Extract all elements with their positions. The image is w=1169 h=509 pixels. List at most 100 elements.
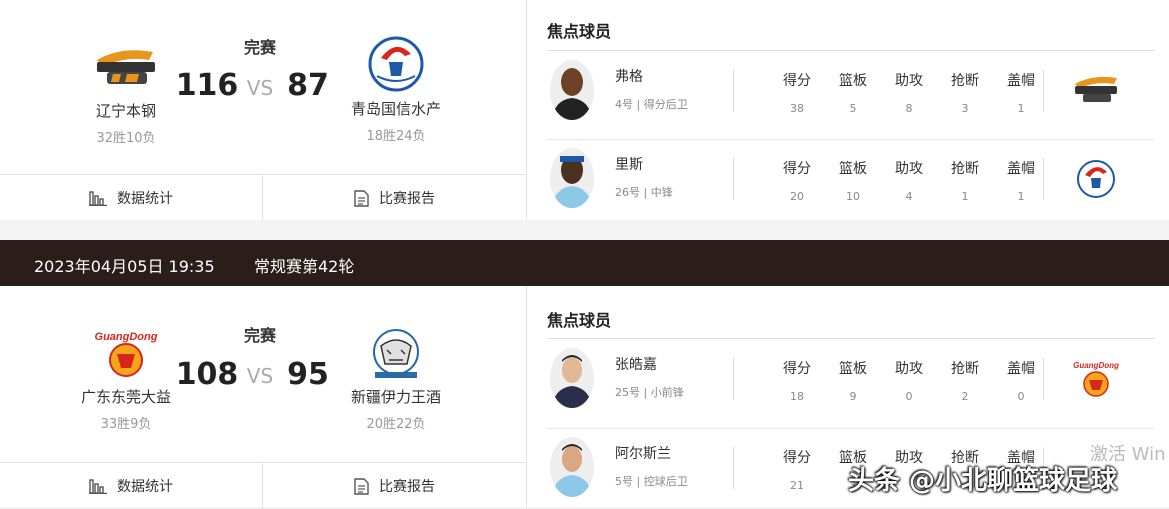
stat-blocks: 盖帽 1: [993, 158, 1049, 203]
stats-button[interactable]: 数据统计: [0, 175, 262, 221]
stat-value: 38: [790, 102, 804, 115]
xinjiang-logo-icon: [373, 329, 419, 378]
stat-assists: 助攻 4: [881, 158, 937, 203]
stat-points: 得分 18: [769, 358, 825, 403]
stat-steals: 抢断 2: [937, 358, 993, 403]
stat-label: 助攻: [895, 161, 923, 177]
focus-players-panel: 焦点球员 弗格 4号 | 得分后卫 得分 38 篮板 5 助攻 8 抢断 3 盖帽 1: [527, 0, 1169, 220]
game-actions: 数据统计 比赛报告: [0, 174, 526, 221]
stat-assists: 助攻 8: [881, 70, 937, 115]
focus-title: 焦点球员: [547, 311, 612, 330]
schedule-bar: 2023年04月05日 19:35 常规赛第42轮: [0, 240, 1169, 286]
home-score: 116: [175, 68, 239, 103]
team-name: 新疆伊力王酒: [350, 388, 441, 406]
stat-value: 4: [905, 190, 913, 203]
stat-label: 助攻: [895, 361, 923, 377]
qingdao-logo-icon: [1077, 160, 1115, 198]
player-row[interactable]: 张皓嘉 25号 | 小前锋 得分 18 篮板 9 助攻 0 抢断 2 盖帽 0 Guang…: [547, 340, 1154, 420]
team-record: 33胜9负: [100, 417, 152, 432]
player-info: 26号 | 中锋: [615, 186, 673, 199]
stat-label: 抢断: [951, 73, 979, 89]
divider: [547, 338, 1154, 339]
team-name: 青岛国信水产: [350, 100, 441, 118]
stat-label: 盖帽: [1007, 361, 1035, 377]
stat-value: 3: [961, 102, 969, 115]
stats-label: 数据统计: [117, 479, 173, 495]
divider: [733, 358, 734, 400]
team-record: 32胜10负: [96, 131, 156, 146]
divider: [733, 70, 734, 112]
game-actions: 数据统计 比赛报告: [0, 462, 526, 509]
divider: [733, 158, 734, 200]
liaoning-logo-icon: [1075, 76, 1117, 102]
stat-value: 1: [1017, 190, 1025, 203]
player-name: 张皓嘉: [615, 357, 657, 373]
stats-button[interactable]: 数据统计: [0, 463, 262, 509]
game-status: 完赛: [243, 38, 276, 57]
stat-rebounds: 篮板 10: [825, 158, 881, 203]
stat-points: 得分 21: [769, 447, 825, 492]
player-avatar: [550, 437, 594, 497]
stat-label: 篮板: [839, 161, 867, 177]
report-button[interactable]: 比赛报告: [262, 463, 526, 509]
stat-value: 8: [905, 102, 913, 115]
away-team[interactable]: 青岛国信水产 18胜24负: [326, 32, 466, 144]
stat-blocks: 盖帽 1: [993, 70, 1049, 115]
document-icon: [354, 477, 369, 495]
player-info: 25号 | 小前锋: [615, 386, 684, 399]
stat-assists: 助攻 0: [881, 358, 937, 403]
game-date: 2023年04月05日 19:35: [34, 257, 215, 276]
stat-label: 得分: [783, 161, 811, 177]
stat-value: 2: [961, 390, 969, 403]
team-record: 18胜24负: [366, 129, 426, 144]
stat-label: 助攻: [895, 73, 923, 89]
stat-blocks: 盖帽 0: [993, 358, 1049, 403]
divider: [733, 447, 734, 489]
stat-value: 18: [790, 390, 804, 403]
divider: [1043, 158, 1044, 200]
game-round: 常规赛第42轮: [254, 257, 355, 276]
stat-label: 抢断: [951, 361, 979, 377]
bar-chart-icon: [89, 479, 107, 494]
stat-points: 得分 38: [769, 70, 825, 115]
stat-value: 1: [1017, 102, 1025, 115]
stat-value: 20: [790, 190, 804, 203]
report-label: 比赛报告: [379, 479, 435, 495]
stat-rebounds: 篮板 9: [825, 358, 881, 403]
author-watermark: 头条 @小北聊篮球足球: [848, 466, 1118, 496]
stat-points: 得分 20: [769, 158, 825, 203]
stats-label: 数据统计: [117, 191, 173, 207]
team-name: 辽宁本钢: [95, 102, 156, 120]
team-record: 20胜22负: [366, 417, 426, 432]
match-summary: 辽宁本钢 32胜10负 完赛 116 VS 87 青岛国信水产 18胜24负 数…: [0, 0, 527, 221]
stat-label: 抢断: [951, 161, 979, 177]
away-team[interactable]: 新疆伊力王酒 20胜22负: [326, 324, 466, 432]
report-label: 比赛报告: [379, 191, 435, 207]
stat-value: 21: [790, 479, 804, 492]
stat-steals: 抢断 3: [937, 70, 993, 115]
player-row[interactable]: 弗格 4号 | 得分后卫 得分 38 篮板 5 助攻 8 抢断 3 盖帽 1: [547, 52, 1154, 132]
player-row[interactable]: 里斯 26号 | 中锋 得分 20 篮板 10 助攻 4 抢断 1 盖帽 1: [547, 140, 1154, 220]
stat-value: 1: [961, 190, 969, 203]
stat-value: 0: [1017, 390, 1025, 403]
stat-label: 盖帽: [1007, 73, 1035, 89]
player-avatar: [550, 348, 594, 408]
guangdong-logo-icon: GuangDong: [1073, 361, 1119, 397]
stat-value: 10: [846, 190, 860, 203]
focus-title: 焦点球员: [547, 22, 612, 41]
guangdong-logo-icon: GuangDong: [95, 331, 158, 377]
player-avatar: [550, 148, 594, 208]
report-button[interactable]: 比赛报告: [262, 175, 526, 221]
player-name: 弗格: [615, 69, 643, 85]
player-name: 里斯: [615, 157, 643, 173]
player-avatar: [550, 60, 594, 120]
stat-label: 得分: [783, 361, 811, 377]
divider: [547, 50, 1154, 51]
stat-label: 篮板: [839, 73, 867, 89]
player-info: 5号 | 控球后卫: [615, 475, 688, 488]
svg-text:GuangDong: GuangDong: [95, 331, 158, 343]
stat-label: 得分: [783, 73, 811, 89]
player-name: 阿尔斯兰: [615, 446, 671, 462]
qingdao-logo-icon: [368, 36, 424, 92]
svg-text:GuangDong: GuangDong: [1073, 361, 1119, 370]
